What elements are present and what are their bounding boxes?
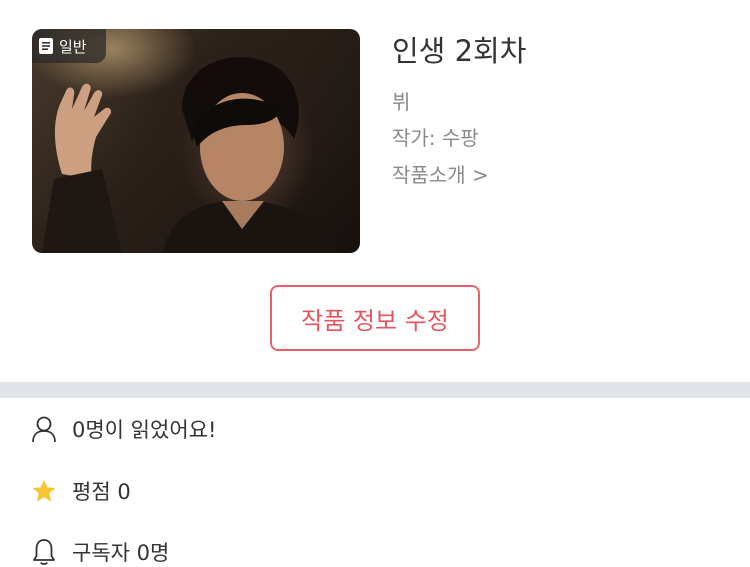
work-intro-link[interactable]: 작품소개 > (392, 159, 489, 188)
work-title: 인생 2회차 (392, 34, 527, 68)
readers-stat: 0명이 읽었어요! (30, 414, 216, 444)
star-icon (30, 477, 58, 505)
character-name: 뷔 (392, 90, 411, 114)
document-icon (39, 38, 53, 54)
author-name: 작가: 수팡 (392, 126, 479, 150)
subscribers-stat: 구독자 0명 (30, 537, 169, 567)
genre-badge: 일반 (32, 29, 106, 63)
genre-label: 일반 (59, 37, 87, 56)
readers-count-label: 0명이 읽었어요! (72, 418, 217, 442)
subscribers-count-label: 구독자 0명 (72, 541, 170, 565)
edit-work-info-button[interactable]: 작품 정보 수정 (270, 285, 480, 351)
rating-stat: 평점 0 (30, 476, 131, 506)
rating-label: 평점 0 (72, 480, 131, 504)
section-divider (0, 382, 750, 398)
person-icon (30, 415, 58, 443)
